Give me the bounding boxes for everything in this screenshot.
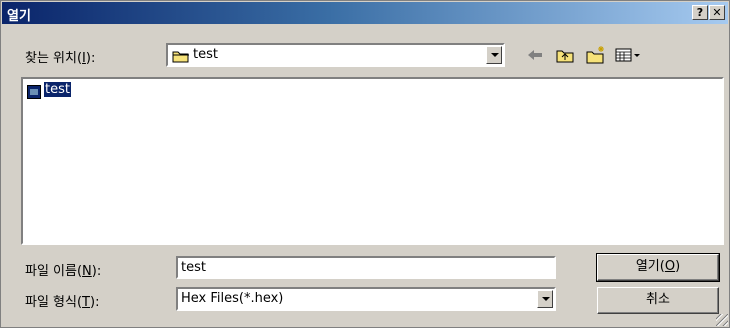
filetype-label: 파일 형식(T): — [25, 295, 100, 310]
view-menu-icon[interactable] — [614, 45, 644, 65]
resize-grip[interactable] — [716, 314, 728, 326]
window-title: 열기 — [7, 9, 31, 24]
open-button[interactable]: 열기(O) — [596, 253, 720, 282]
chevron-down-icon[interactable] — [486, 46, 502, 64]
open-file-dialog: 열기 ? ✕ 찾는 위치(I): test test 파일 이름(N): tes… — [0, 0, 730, 328]
help-button[interactable]: ? — [692, 5, 708, 20]
document-icon — [27, 85, 41, 99]
filename-label: 파일 이름(N): — [25, 264, 102, 279]
up-folder-icon[interactable] — [554, 45, 576, 65]
filetype-select[interactable]: Hex Files(*.hex) — [176, 287, 556, 311]
folder-icon — [172, 51, 189, 63]
filename-input[interactable]: test — [176, 256, 556, 279]
back-icon[interactable] — [524, 45, 546, 65]
new-folder-icon[interactable] — [585, 45, 607, 65]
chevron-down-icon[interactable] — [537, 290, 553, 308]
title-bar[interactable]: 열기 ? ✕ — [2, 2, 728, 24]
lookin-combo[interactable]: test — [166, 43, 505, 67]
filename-value: test — [181, 260, 206, 275]
lookin-value: test — [193, 47, 218, 62]
lookin-label: 찾는 위치(I): — [25, 51, 96, 66]
close-button[interactable]: ✕ — [709, 5, 725, 20]
file-name: test — [43, 81, 72, 98]
filetype-value: Hex Files(*.hex) — [181, 291, 284, 306]
cancel-button[interactable]: 취소 — [597, 287, 719, 314]
file-list[interactable]: test — [21, 77, 724, 245]
